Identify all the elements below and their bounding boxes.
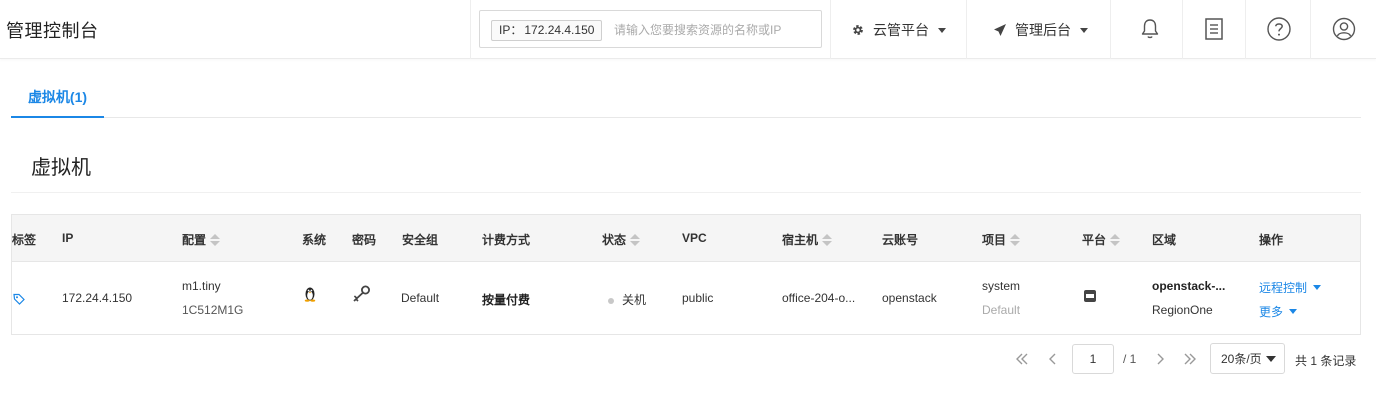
- header-divider: [470, 0, 471, 59]
- row-cloud-account: openstack: [882, 291, 937, 305]
- bell-icon[interactable]: [1137, 16, 1163, 42]
- admin-backend-menu[interactable]: 管理后台: [993, 20, 1088, 40]
- column-header-billing: 计费方式: [482, 233, 531, 247]
- prev-page-icon[interactable]: [1046, 352, 1060, 366]
- header-divider: [1245, 0, 1246, 59]
- page-size-select[interactable]: 20条/页: [1210, 343, 1285, 374]
- row-security-group: Default: [401, 291, 440, 305]
- column-header-os: 系统: [302, 233, 327, 247]
- row-config-name: m1.tiny: [182, 279, 221, 293]
- search-box[interactable]: IP： 172.24.4.150: [479, 10, 822, 48]
- rocket-icon: [994, 24, 1006, 36]
- row-status: 关机: [608, 291, 646, 308]
- status-dot: [608, 297, 614, 304]
- sort-icon: [822, 233, 833, 246]
- more-actions-button[interactable]: 更多: [1259, 303, 1298, 320]
- tab-vm[interactable]: 虚拟机(1): [11, 78, 104, 118]
- header-divider: [966, 0, 967, 59]
- chevron-down-icon: [1080, 27, 1088, 33]
- search-tag-key: IP：: [499, 23, 523, 37]
- row-project: system: [982, 279, 1021, 293]
- key-icon[interactable]: [351, 285, 371, 303]
- cloud-platform-menu[interactable]: 云管平台: [851, 20, 946, 40]
- admin-backend-label: 管理后台: [1015, 22, 1071, 38]
- first-page-icon[interactable]: [1015, 352, 1029, 366]
- sort-icon: [1010, 233, 1021, 246]
- header-divider: [1110, 0, 1111, 59]
- row-vpc: public: [682, 291, 714, 305]
- column-header-password: 密码: [352, 233, 377, 247]
- row-ip: 172.24.4.150: [62, 291, 133, 305]
- search-tag-value: 172.24.4.150: [524, 23, 595, 37]
- row-region-name: openstack-...: [1152, 279, 1226, 293]
- header-divider: [830, 0, 831, 59]
- vm-table: 标签 IP 配置 系统 密码 安全组 计费方式 状态 VPC 宿主机 云账号 项…: [11, 214, 1361, 335]
- table-header: 标签 IP 配置 系统 密码 安全组 计费方式 状态 VPC 宿主机 云账号 项…: [12, 215, 1360, 262]
- column-header-project[interactable]: 项目: [982, 231, 1021, 248]
- record-count: 共 1 条记录: [1295, 354, 1357, 368]
- brand-title: 管理控制台: [6, 21, 99, 41]
- chevron-down-icon: [1289, 309, 1298, 314]
- chevron-down-icon: [1313, 285, 1322, 290]
- next-page-icon[interactable]: [1153, 352, 1167, 366]
- remote-control-label: 远程控制: [1259, 281, 1308, 295]
- column-header-tag: 标签: [12, 233, 37, 247]
- cloud-platform-label: 云管平台: [873, 22, 929, 38]
- search-filter-tag[interactable]: IP： 172.24.4.150: [491, 20, 603, 41]
- chevron-down-icon: [1265, 355, 1276, 362]
- row-status-text: 关机: [622, 293, 647, 307]
- column-header-ip: IP: [62, 231, 74, 245]
- tag-icon[interactable]: [13, 293, 25, 305]
- column-header-region: 区域: [1152, 233, 1177, 247]
- column-header-actions: 操作: [1259, 233, 1284, 247]
- column-header-security-group: 安全组: [402, 233, 439, 247]
- remote-control-button[interactable]: 远程控制: [1259, 279, 1322, 296]
- section-divider: [11, 192, 1361, 193]
- document-icon[interactable]: [1201, 16, 1227, 42]
- sort-icon: [630, 233, 641, 246]
- header-divider: [1182, 0, 1183, 59]
- sort-icon: [210, 233, 221, 246]
- page-size-label: 20条/页: [1221, 352, 1262, 366]
- column-header-status[interactable]: 状态: [602, 231, 641, 248]
- resource-tabs: 虚拟机(1): [11, 78, 1361, 118]
- row-project-domain: Default: [982, 303, 1021, 317]
- user-icon[interactable]: [1331, 16, 1357, 42]
- column-header-vpc: VPC: [682, 231, 707, 245]
- section-title: 虚拟机: [31, 157, 91, 179]
- column-header-platform[interactable]: 平台: [1082, 231, 1121, 248]
- more-actions-label: 更多: [1259, 305, 1284, 319]
- top-header: 管理控制台 IP：172.24.4.150 云管平台 管理后台: [0, 0, 1376, 59]
- search-input[interactable]: [614, 20, 814, 40]
- gear-icon: [853, 25, 863, 35]
- chevron-down-icon: [938, 27, 946, 33]
- linux-penguin-icon: [304, 287, 316, 302]
- header-divider: [1310, 0, 1311, 59]
- sort-icon: [1110, 233, 1121, 246]
- row-config-spec: 1C512M1G: [182, 303, 244, 317]
- page-number-input[interactable]: [1072, 344, 1114, 374]
- last-page-icon[interactable]: [1183, 352, 1197, 366]
- row-region-sub: RegionOne: [1152, 303, 1213, 317]
- row-billing: 按量付费: [482, 293, 531, 307]
- column-header-host[interactable]: 宿主机: [782, 231, 833, 248]
- openstack-icon: [1084, 290, 1096, 302]
- column-header-config[interactable]: 配置: [182, 231, 221, 248]
- page-total: / 1: [1123, 352, 1137, 366]
- help-icon[interactable]: [1266, 16, 1292, 42]
- row-host: office-204-o...: [782, 291, 856, 305]
- column-header-cloud-account: 云账号: [882, 233, 919, 247]
